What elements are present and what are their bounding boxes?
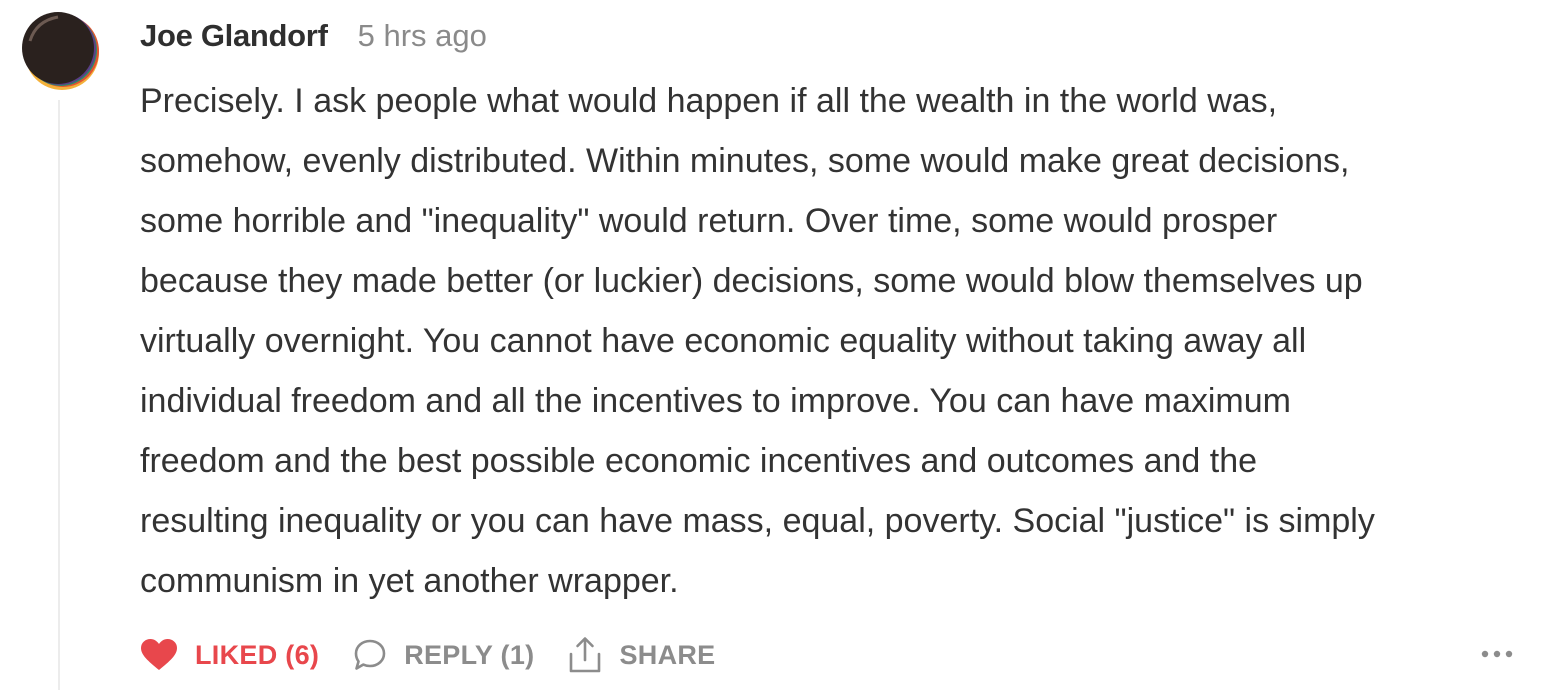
comment-body-line: somehow, evenly distributed. Within minu… [140, 142, 1350, 180]
thread-line [58, 100, 60, 690]
more-options-button[interactable] [1479, 640, 1515, 668]
heart-icon [140, 638, 178, 672]
share-label: SHARE [619, 639, 716, 670]
comment-body-line: Precisely. I ask people what would happe… [140, 82, 1278, 120]
comment-body-line: virtually overnight. You cannot have eco… [140, 322, 1307, 360]
speech-bubble-icon [353, 638, 387, 672]
comment-body-line: because they made better (or luckier) de… [140, 262, 1363, 300]
comment-timestamp[interactable]: 5 hrs ago [358, 18, 487, 54]
comment-body-line: resulting inequality or you can have mas… [140, 502, 1375, 540]
comment-body-line: individual freedom and all the incentive… [140, 382, 1291, 420]
comment-body-line: some horrible and "inequality" would ret… [140, 202, 1278, 240]
reply-label: REPLY (1) [404, 639, 535, 670]
share-icon [568, 636, 602, 674]
reply-button[interactable]: REPLY (1) [353, 638, 534, 672]
comment-body: Precisely. I ask people what would happe… [140, 71, 1520, 611]
comment-body-line: freedom and the best possible economic i… [140, 442, 1258, 480]
like-label: LIKED (6) [195, 639, 320, 670]
comment-header: Joe Glandorf 5 hrs ago [140, 12, 487, 60]
comment-actions: LIKED (6) REPLY (1) SHARE [140, 630, 715, 680]
comment-body-line: communism in yet another wrapper. [140, 562, 679, 600]
avatar[interactable] [20, 11, 100, 91]
like-button[interactable]: LIKED (6) [140, 638, 319, 672]
share-button[interactable]: SHARE [568, 636, 715, 674]
author-name[interactable]: Joe Glandorf [140, 18, 328, 54]
more-horizontal-icon [1481, 645, 1513, 663]
